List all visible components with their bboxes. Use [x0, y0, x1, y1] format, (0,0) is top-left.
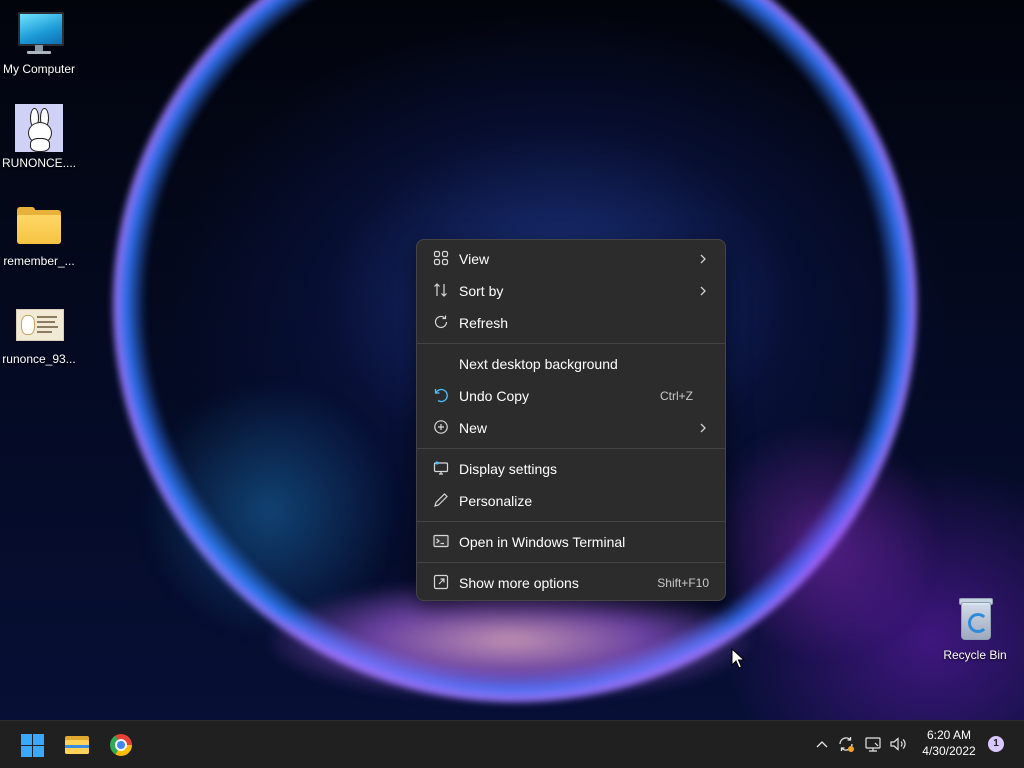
chevron-right-icon: [697, 282, 709, 300]
desktop-icon-recycle-bin[interactable]: Recycle Bin: [937, 596, 1013, 662]
menu-item-label: Show more options: [459, 575, 579, 591]
menu-item-label: Sort by: [459, 283, 504, 299]
terminal-icon: [432, 533, 450, 551]
image-file-icon: [15, 300, 64, 348]
menu-item-sort-by[interactable]: Sort by: [421, 276, 721, 306]
chrome-icon: [110, 734, 132, 756]
menu-item-shortcut: Shift+F10: [657, 576, 709, 590]
menu-item-display-settings[interactable]: Display settings: [421, 454, 721, 484]
menu-item-next-desktop-background[interactable]: Next desktop background: [421, 349, 721, 379]
menu-item-label: Refresh: [459, 315, 509, 331]
desktop-icon-label: RUNONCE....: [1, 156, 76, 170]
desktop-icon-label: My Computer: [2, 62, 76, 76]
windows-logo-icon: [21, 734, 44, 757]
desktop-icon-runonce-image[interactable]: RUNONCE....: [1, 104, 77, 170]
notification-badge[interactable]: 1: [988, 736, 1004, 752]
recycle-bin-icon: [951, 596, 999, 644]
sync-icon[interactable]: [836, 734, 856, 754]
menu-item-new[interactable]: New: [421, 413, 721, 443]
menu-item-shortcut: Ctrl+Z: [660, 389, 693, 403]
menu-separator: [417, 562, 725, 563]
menu-item-label: Next desktop background: [459, 356, 618, 372]
desktop-icon-label: remember_...: [3, 254, 75, 268]
chevron-right-icon: [697, 419, 709, 437]
clock-time: 6:20 AM: [926, 728, 972, 742]
sort-icon: [432, 282, 450, 300]
folder-icon: [15, 202, 63, 250]
bunny-image-icon: [15, 104, 63, 152]
taskbar-file-explorer-button[interactable]: [57, 725, 97, 765]
refresh-icon: [432, 314, 450, 332]
chevron-up-icon[interactable]: [812, 734, 832, 754]
view-grid-icon: [432, 250, 450, 268]
desktop-context-menu: View Sort by Refresh Next desktop backgr…: [416, 239, 726, 601]
display-icon: [432, 460, 450, 478]
menu-separator: [417, 521, 725, 522]
menu-item-refresh[interactable]: Refresh: [421, 308, 721, 338]
pen-icon: [432, 492, 450, 510]
menu-item-label: New: [459, 420, 488, 436]
desktop-icon-label: runonce_93...: [2, 352, 76, 366]
taskbar-chrome-button[interactable]: [101, 725, 141, 765]
monitor-icon: [15, 10, 64, 58]
new-plus-icon: [432, 419, 450, 437]
desktop-icon-label: Recycle Bin: [943, 648, 1007, 662]
menu-item-label: Personalize: [459, 493, 533, 509]
menu-item-open-in-windows-terminal[interactable]: Open in Windows Terminal: [421, 527, 721, 557]
menu-separator: [417, 343, 725, 344]
menu-item-label: Undo Copy: [459, 388, 530, 404]
volume-icon[interactable]: [888, 734, 908, 754]
menu-item-label: Open in Windows Terminal: [459, 534, 626, 550]
menu-item-view[interactable]: View: [421, 244, 721, 274]
taskbar-clock[interactable]: 6:20 AM 4/30/2022: [916, 727, 982, 759]
desktop-icon-remember-folder[interactable]: remember_...: [1, 202, 77, 268]
chevron-right-icon: [697, 250, 709, 268]
more-options-icon: [432, 574, 450, 592]
mouse-cursor-icon: [731, 647, 746, 670]
undo-icon: [432, 387, 450, 405]
menu-item-label: View: [459, 251, 490, 267]
menu-separator: [417, 448, 725, 449]
network-icon[interactable]: [863, 734, 883, 754]
desktop-icon-my-computer[interactable]: My Computer: [1, 10, 77, 76]
menu-item-show-more-options[interactable]: Show more options Shift+F10: [421, 568, 721, 598]
desktop-icon-runonce-file[interactable]: runonce_93...: [1, 300, 77, 366]
start-button[interactable]: [12, 725, 52, 765]
menu-item-personalize[interactable]: Personalize: [421, 486, 721, 516]
menu-item-undo-copy[interactable]: Undo Copy Ctrl+Z: [421, 381, 721, 411]
clock-date: 4/30/2022: [922, 744, 976, 758]
menu-item-label: Display settings: [459, 461, 558, 477]
